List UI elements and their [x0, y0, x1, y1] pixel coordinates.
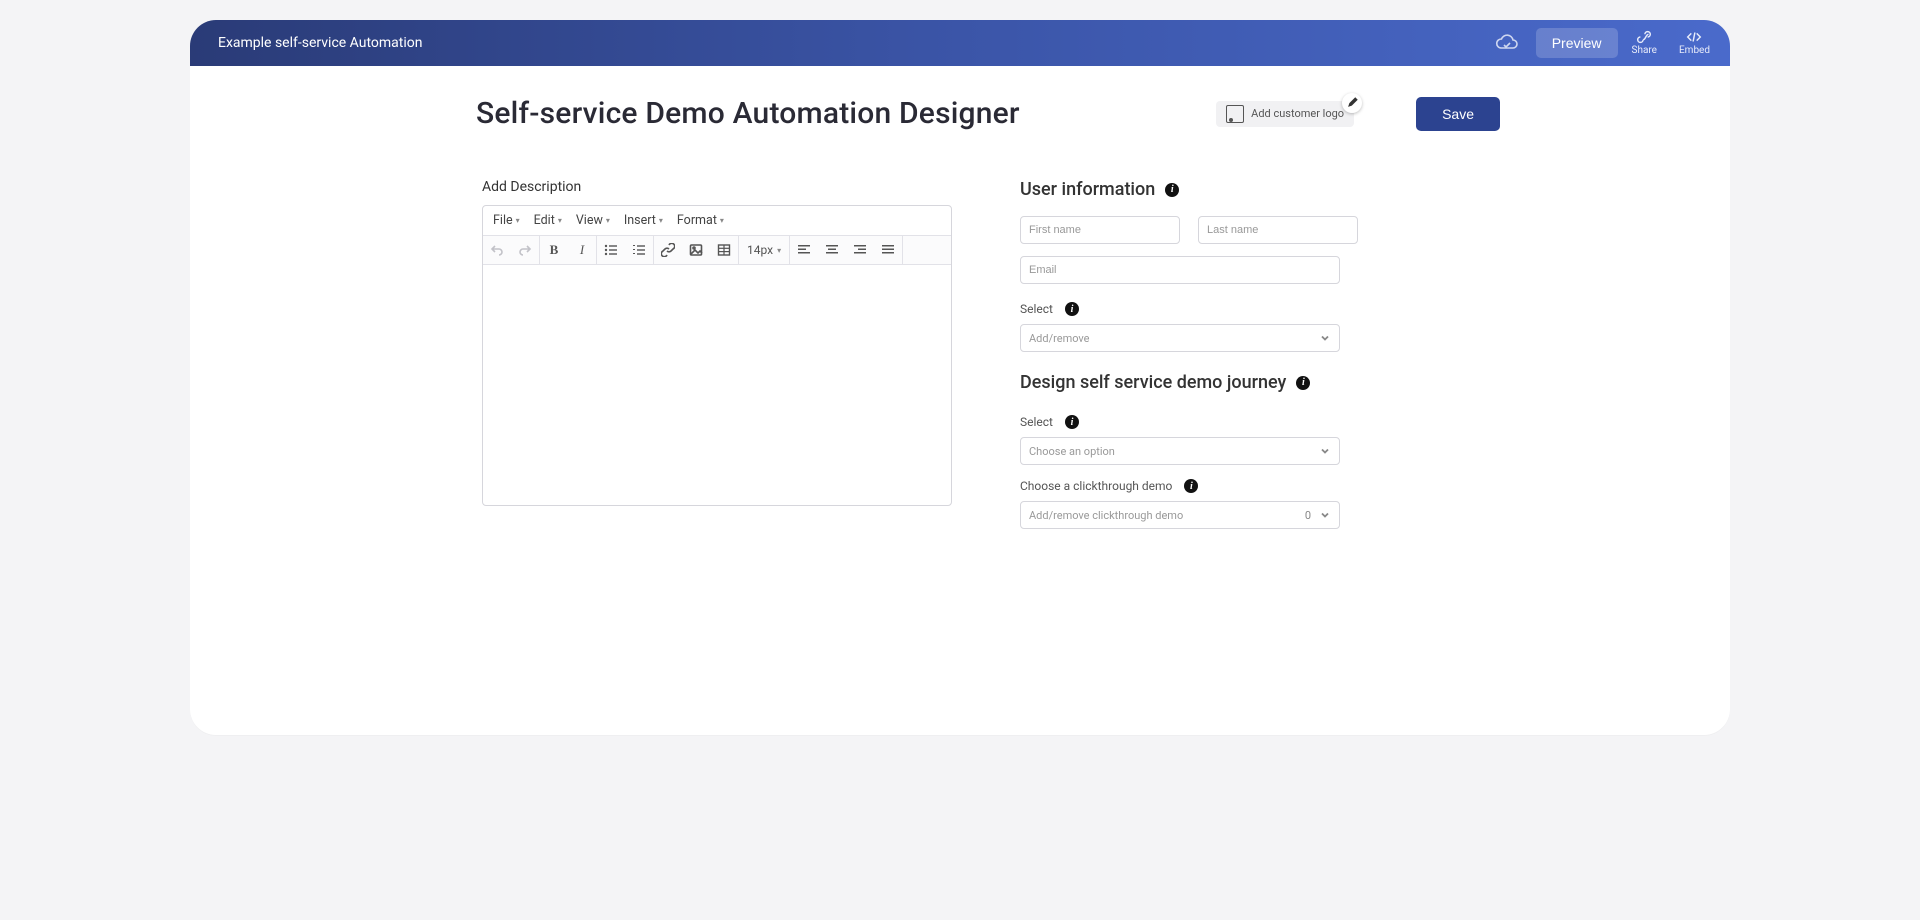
info-icon[interactable]: i [1065, 302, 1079, 316]
design-journey-heading: Design self service demo journey i [1020, 372, 1310, 393]
choose-option-select[interactable]: Choose an option [1020, 437, 1340, 465]
chevron-down-icon [1319, 445, 1331, 457]
app-frame: Example self-service Automation Preview … [190, 20, 1730, 735]
first-name-input[interactable] [1020, 216, 1180, 244]
info-icon[interactable]: i [1165, 183, 1179, 197]
image-icon [1226, 105, 1244, 123]
info-icon[interactable]: i [1065, 415, 1079, 429]
content-area: Self-service Demo Automation Designer Ad… [190, 66, 1730, 577]
user-information-heading: User information i [1020, 179, 1179, 200]
last-name-input[interactable] [1198, 216, 1358, 244]
embed-button[interactable]: Embed [1671, 28, 1718, 58]
edit-pencil-icon [1342, 93, 1362, 113]
left-column: Add Description File▾ Edit▾ View▾ Insert… [482, 179, 952, 549]
editor-textarea[interactable] [483, 265, 951, 505]
cloud-sync-icon [1494, 34, 1520, 52]
right-column: User information i Select i [1020, 179, 1340, 549]
editor-toolbar: B I 14px▾ [483, 236, 951, 265]
topbar: Example self-service Automation Preview … [190, 20, 1730, 66]
bold-button[interactable]: B [540, 236, 568, 264]
user-information-block: User information i Select i [1020, 179, 1340, 352]
email-input[interactable] [1020, 256, 1340, 284]
preview-button[interactable]: Preview [1536, 28, 1618, 58]
header-row: Self-service Demo Automation Designer Ad… [250, 96, 1670, 131]
info-icon[interactable]: i [1184, 479, 1198, 493]
clickthrough-label: Choose a clickthrough demo i [1020, 479, 1198, 493]
italic-button[interactable]: I [568, 236, 596, 264]
embed-label: Embed [1679, 45, 1710, 56]
table-insert-button[interactable] [710, 236, 738, 264]
align-justify-button[interactable] [874, 236, 902, 264]
menu-file[interactable]: File▾ [493, 213, 520, 228]
topbar-actions: Preview Share Embed [1494, 28, 1718, 58]
chevron-down-icon [1319, 509, 1331, 521]
align-left-button[interactable] [790, 236, 818, 264]
add-remove-select[interactable]: Add/remove [1020, 324, 1340, 352]
add-customer-logo-button[interactable]: Add customer logo [1216, 101, 1354, 127]
share-label: Share [1632, 45, 1657, 56]
bottom-band [352, 651, 1576, 735]
select-label-2: Select i [1020, 415, 1079, 429]
link-button[interactable] [654, 236, 682, 264]
bullet-list-button[interactable] [597, 236, 625, 264]
clickthrough-count: 0 [1305, 509, 1311, 522]
two-column-layout: Add Description File▾ Edit▾ View▾ Insert… [250, 179, 1670, 549]
page-title: Self-service Demo Automation Designer [476, 96, 1020, 131]
font-size-select[interactable]: 14px▾ [739, 236, 789, 264]
design-journey-block: Design self service demo journey i Selec… [1020, 372, 1340, 529]
description-label: Add Description [482, 179, 952, 195]
menu-view[interactable]: View▾ [576, 213, 610, 228]
share-button[interactable]: Share [1624, 28, 1665, 58]
save-button[interactable]: Save [1416, 97, 1500, 131]
align-right-button[interactable] [846, 236, 874, 264]
select-label-1: Select i [1020, 302, 1079, 316]
clickthrough-demo-select[interactable]: Add/remove clickthrough demo 0 [1020, 501, 1340, 529]
editor-menubar: File▾ Edit▾ View▾ Insert▾ Format▾ [483, 206, 951, 236]
menu-edit[interactable]: Edit▾ [534, 213, 562, 228]
undo-button[interactable] [483, 236, 511, 264]
numbered-list-button[interactable] [625, 236, 653, 264]
chevron-down-icon [1319, 332, 1331, 344]
align-center-button[interactable] [818, 236, 846, 264]
info-icon[interactable]: i [1296, 376, 1310, 390]
menu-insert[interactable]: Insert▾ [624, 213, 663, 228]
rich-text-editor: File▾ Edit▾ View▾ Insert▾ Format▾ B [482, 205, 952, 506]
image-insert-button[interactable] [682, 236, 710, 264]
menu-format[interactable]: Format▾ [677, 213, 724, 228]
redo-button[interactable] [511, 236, 539, 264]
add-customer-logo-label: Add customer logo [1251, 107, 1344, 120]
page-breadcrumb-title: Example self-service Automation [218, 35, 1494, 51]
